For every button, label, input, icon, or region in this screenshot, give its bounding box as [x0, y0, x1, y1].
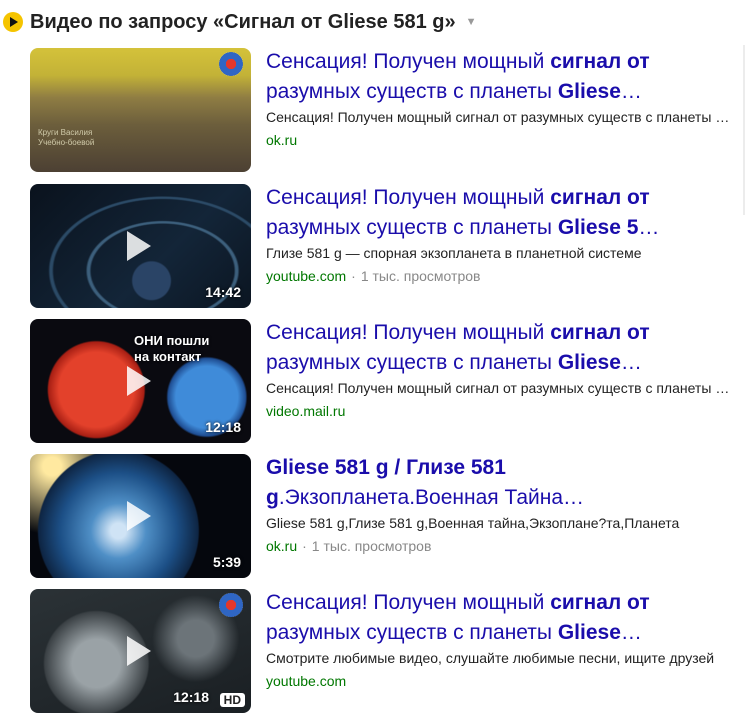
video-thumbnail[interactable]: 14:42	[30, 184, 251, 308]
video-section-header: Видео по запросу «Сигнал от Gliese 581 g…	[3, 8, 477, 36]
video-card[interactable]: 5:39 Gliese 581 g / Глизе 581 g.Экзоплан…	[30, 454, 745, 579]
play-badge-icon	[3, 12, 23, 32]
play-icon	[127, 366, 151, 396]
video-title-link[interactable]: Сенсация! Получен мощный сигнал от разум…	[266, 318, 736, 378]
video-host-link[interactable]: video.mail.ru	[266, 403, 345, 419]
video-title-link[interactable]: Сенсация! Получен мощный сигнал от разум…	[266, 47, 736, 107]
video-title-link[interactable]: Gliese 581 g / Глизе 581 g.Экзопланета.В…	[266, 453, 736, 513]
channel-logo-icon	[219, 52, 243, 76]
hd-badge: HD	[219, 693, 245, 707]
section-title[interactable]: Видео по запросу «Сигнал от Gliese 581 g…	[30, 11, 456, 34]
video-duration: 14:42	[205, 284, 241, 300]
video-host-link[interactable]: ok.ru	[266, 132, 297, 148]
video-host-link[interactable]: youtube.com	[266, 268, 346, 284]
meta-separator: ·	[302, 538, 307, 554]
video-thumbnail[interactable]: 5:39	[30, 454, 251, 578]
video-description: Смотрите любимые видео, слушайте любимые…	[266, 650, 715, 666]
play-icon	[127, 231, 151, 261]
video-card[interactable]: ОНИ пошли на контакт 12:18 Сенсация! Пол…	[30, 319, 745, 444]
video-description: Сенсация! Получен мощный сигнал от разум…	[266, 380, 736, 396]
video-host-link[interactable]: ok.ru	[266, 538, 297, 554]
video-card[interactable]: 14:42 Сенсация! Получен мощный сигнал от…	[30, 184, 745, 309]
video-thumbnail[interactable]: 12:18 HD	[30, 589, 251, 713]
play-icon	[127, 501, 151, 531]
video-duration: 12:18	[173, 689, 209, 705]
video-card[interactable]: 12:18 HD Сенсация! Получен мощный сигнал…	[30, 589, 745, 714]
thumbnail-caption: ОНИ пошли на контакт	[134, 333, 210, 364]
video-thumbnail[interactable]: Круги Василия Учебно-боевой	[30, 48, 251, 172]
thumbnail-caption: Круги Василия Учебно-боевой	[38, 128, 95, 147]
video-host-link[interactable]: youtube.com	[266, 673, 346, 689]
video-views: 1 тыс. просмотров	[360, 268, 481, 284]
video-thumbnail[interactable]: ОНИ пошли на контакт 12:18	[30, 319, 251, 443]
video-title-link[interactable]: Сенсация! Получен мощный сигнал от разум…	[266, 183, 736, 243]
video-duration: 12:18	[205, 419, 241, 435]
video-card[interactable]: Круги Василия Учебно-боевой Сенсация! По…	[30, 48, 745, 173]
video-description: Глизе 581 g — спорная экзопланета в план…	[266, 245, 642, 261]
play-icon	[127, 636, 151, 666]
chevron-down-icon[interactable]: ▼	[466, 16, 477, 28]
video-duration: 5:39	[212, 554, 241, 570]
video-description: Сенсация! Получен мощный сигнал от разум…	[266, 109, 736, 125]
video-views: 1 тыс. просмотров	[311, 538, 432, 554]
video-title-link[interactable]: Сенсация! Получен мощный сигнал от разум…	[266, 588, 736, 648]
meta-separator: ·	[351, 268, 356, 284]
channel-logo-icon	[219, 593, 243, 617]
video-description: Gliese 581 g,Глизе 581 g,Военная тайна,Э…	[266, 515, 680, 531]
